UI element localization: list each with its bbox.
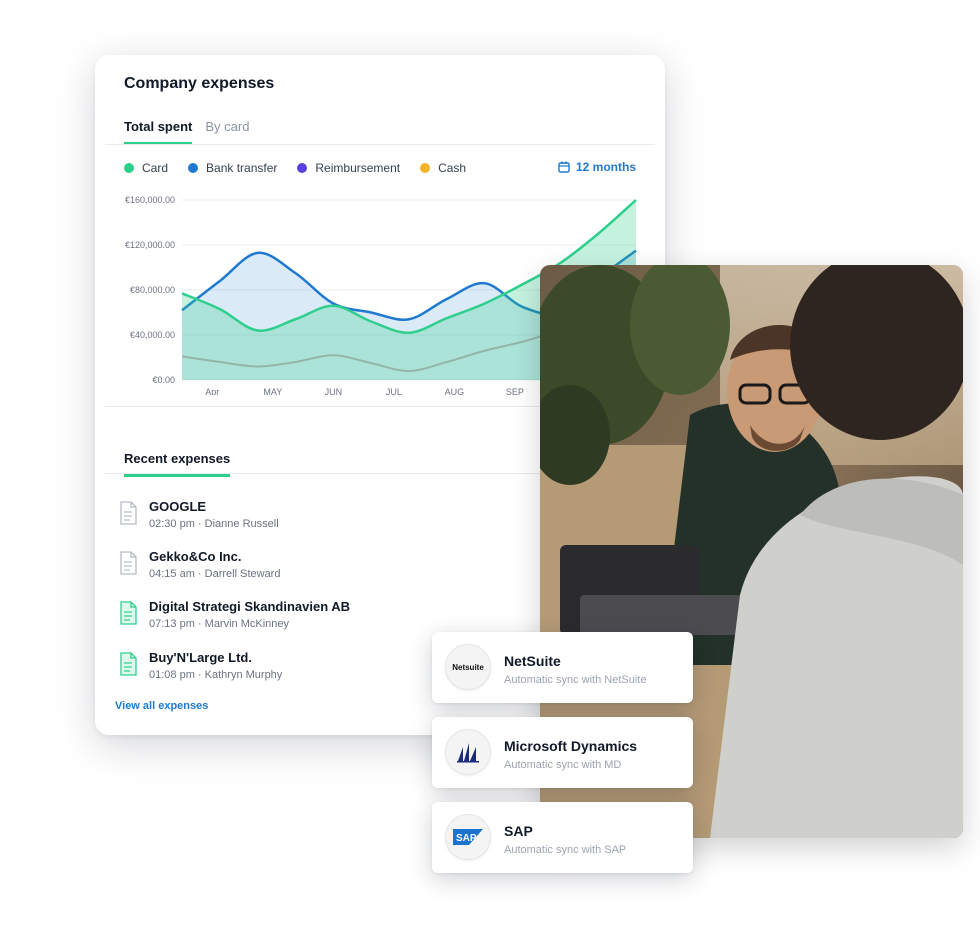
list-item[interactable]: Buy'N'Large Ltd. 01:08 pm · Kathryn Murp… bbox=[119, 650, 282, 681]
divider bbox=[105, 144, 655, 145]
y-tick-label: €160,000.00 bbox=[125, 195, 175, 205]
legend-dot bbox=[188, 163, 199, 173]
legend-item-card[interactable]: Card bbox=[124, 161, 168, 175]
integration-name: NetSuite bbox=[504, 653, 561, 669]
legend-dot bbox=[124, 163, 134, 173]
expense-name: Buy'N'Large Ltd. bbox=[149, 650, 252, 665]
x-tick-label: AUG bbox=[445, 387, 465, 395]
integration-subtitle: Automatic sync with SAP bbox=[504, 844, 627, 856]
microsoft-dynamics-logo bbox=[445, 729, 491, 775]
x-tick-label: Apr bbox=[205, 387, 219, 395]
calendar-icon bbox=[558, 161, 570, 173]
view-all-expenses-link[interactable]: View all expenses bbox=[115, 700, 208, 712]
y-tick-label: €80,000.00 bbox=[130, 285, 175, 295]
x-tick-label: JUL bbox=[386, 387, 402, 395]
y-tick-label: €0.00 bbox=[152, 375, 175, 385]
x-tick-label: JUN bbox=[325, 387, 343, 395]
period-selector[interactable]: 12 months bbox=[558, 160, 636, 174]
tab-by-card[interactable]: By card bbox=[205, 119, 249, 145]
integration-name: Microsoft Dynamics bbox=[504, 738, 638, 754]
card-title: Company expenses bbox=[124, 75, 275, 92]
x-tick-label: MAY bbox=[263, 387, 282, 395]
sap-logo-mark: SAP bbox=[453, 829, 483, 845]
expense-name: Digital Strategi Skandinavien AB bbox=[149, 599, 351, 614]
tab-bar: Total spent By card bbox=[124, 119, 249, 145]
period-label: 12 months bbox=[575, 160, 636, 174]
document-green-icon bbox=[120, 652, 137, 676]
integration-microsoft-dynamics[interactable]: Microsoft Dynamics Automatic sync with M… bbox=[432, 717, 693, 788]
document-green-icon bbox=[120, 601, 137, 625]
sap-logo: SAP bbox=[445, 814, 491, 860]
expense-name: Gekko&Co Inc. bbox=[149, 549, 242, 564]
x-tick-label: SEP bbox=[506, 387, 524, 395]
chart-legend: Card Bank transfer Reimbursement Cash bbox=[124, 161, 466, 175]
expense-meta: 02:30 pm · Dianne Russell bbox=[149, 518, 279, 530]
list-item[interactable]: Digital Strategi Skandinavien AB 07:13 p… bbox=[119, 599, 350, 630]
integration-name: SAP bbox=[504, 823, 533, 839]
tab-total-spent[interactable]: Total spent bbox=[124, 119, 193, 145]
integration-subtitle: Automatic sync with MD bbox=[504, 759, 622, 771]
dynamics-sail-icon bbox=[457, 743, 479, 763]
expense-name: GOOGLE bbox=[149, 499, 207, 514]
expense-meta: 04:15 am · Darrell Steward bbox=[149, 568, 281, 580]
expense-meta: 01:08 pm · Kathryn Murphy bbox=[149, 669, 283, 681]
integration-sap[interactable]: SAP SAP Automatic sync with SAP bbox=[432, 802, 693, 873]
list-item[interactable]: Gekko&Co Inc. 04:15 am · Darrell Steward bbox=[119, 549, 280, 580]
y-tick-label: €120,000.00 bbox=[125, 240, 175, 250]
legend-label: Card bbox=[142, 161, 169, 175]
list-item[interactable]: GOOGLE 02:30 pm · Dianne Russell bbox=[119, 499, 279, 530]
y-tick-label: €40,000.00 bbox=[130, 330, 175, 340]
legend-label: Reimbursement bbox=[315, 161, 401, 175]
legend-label: Cash bbox=[438, 161, 467, 175]
legend-item-reimbursement[interactable]: Reimbursement bbox=[297, 161, 400, 175]
legend-item-cash[interactable]: Cash bbox=[420, 161, 466, 175]
document-icon bbox=[120, 551, 137, 575]
legend-dot bbox=[420, 163, 431, 173]
document-icon bbox=[120, 501, 137, 525]
legend-label: Bank transfer bbox=[206, 161, 278, 175]
svg-text:SAP: SAP bbox=[456, 833, 477, 844]
legend-item-bank-transfer[interactable]: Bank transfer bbox=[188, 161, 277, 175]
legend-dot bbox=[297, 163, 308, 173]
expense-meta: 07:13 pm · Marvin McKinney bbox=[149, 618, 290, 630]
integration-subtitle: Automatic sync with NetSuite bbox=[504, 674, 647, 686]
integration-netsuite[interactable]: Netsuite NetSuite Automatic sync with Ne… bbox=[432, 632, 693, 703]
netsuite-logo: Netsuite bbox=[445, 644, 491, 690]
